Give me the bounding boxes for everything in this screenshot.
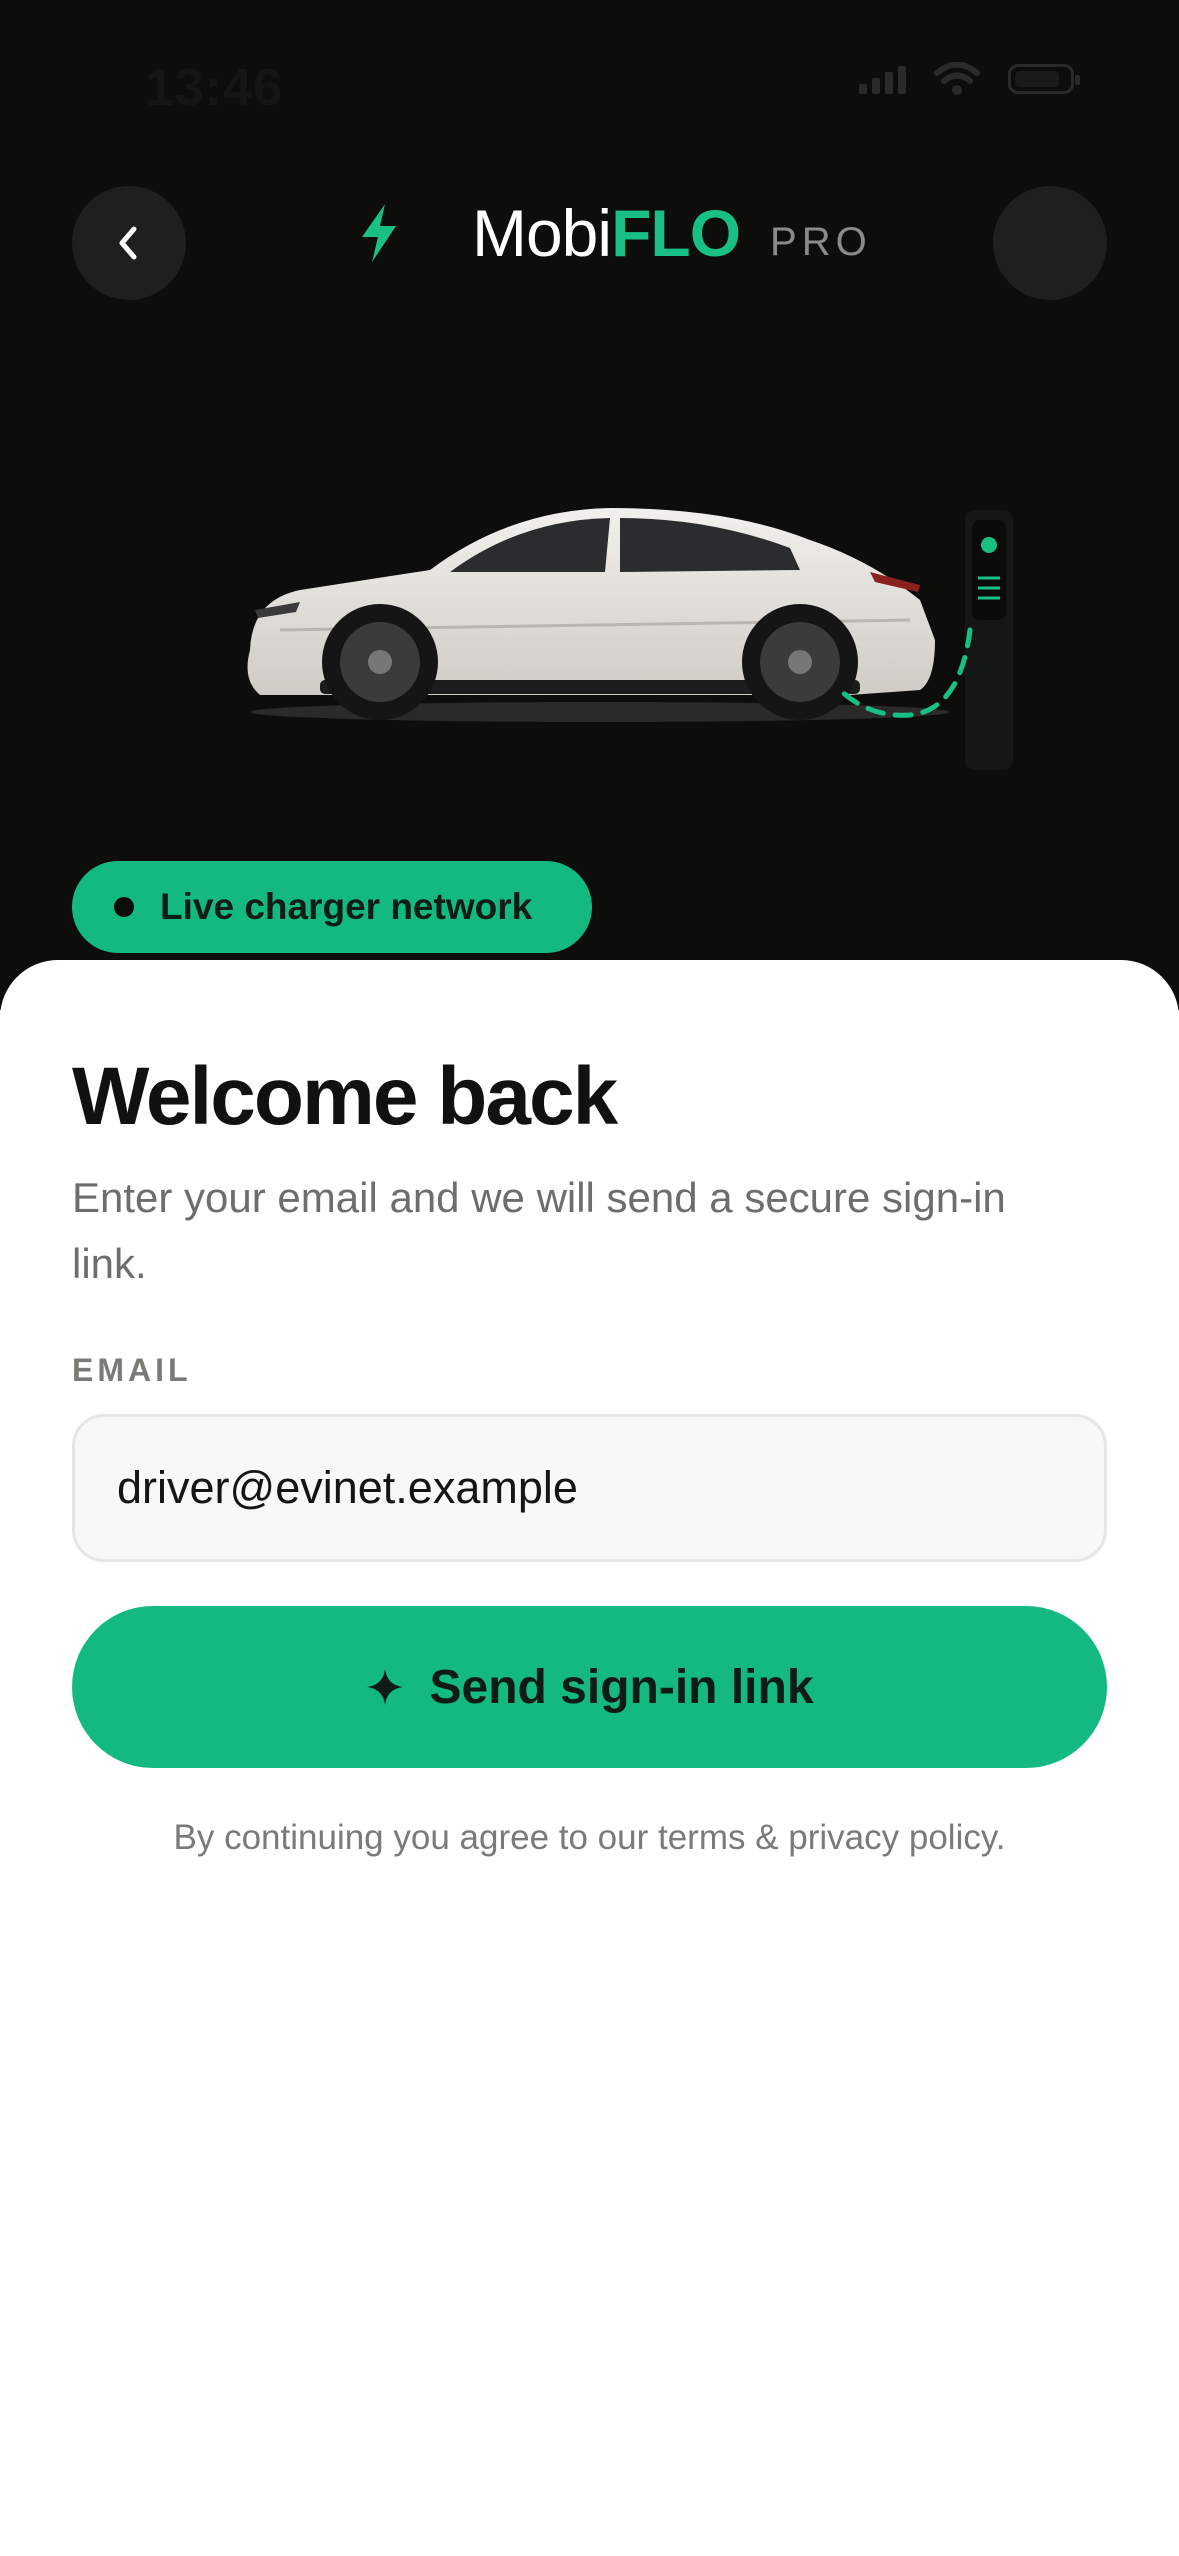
live-network-badge: Live charger network bbox=[72, 861, 592, 953]
live-status-dot-icon bbox=[114, 897, 134, 917]
email-field[interactable] bbox=[72, 1414, 1107, 1562]
chevron-left-icon bbox=[119, 226, 137, 260]
wifi-icon bbox=[934, 62, 980, 95]
profile-button[interactable] bbox=[993, 186, 1107, 300]
live-network-label: Live charger network bbox=[160, 886, 533, 927]
send-sign-in-link-button[interactable]: Send sign-in link bbox=[72, 1606, 1107, 1768]
brand-logo: MobiFLO PRO bbox=[358, 200, 872, 266]
car-charging-illustration bbox=[247, 508, 1013, 770]
legal-notice: By continuing you agree to our terms & p… bbox=[173, 1818, 1006, 1857]
brand-tier-label: PRO bbox=[770, 219, 872, 264]
lightning-bolt-icon bbox=[362, 204, 396, 262]
status-icons bbox=[859, 62, 1080, 96]
status-time: 13:46 bbox=[145, 59, 283, 117]
cellular-signal-icon bbox=[859, 64, 906, 94]
sparkle-icon bbox=[367, 1669, 404, 1705]
page-subtitle: Enter your email and we will send a secu… bbox=[72, 1174, 1006, 1287]
email-field-label: EMAIL bbox=[72, 1352, 192, 1388]
page-title: Welcome back bbox=[72, 1051, 618, 1142]
hero-section: 13:46 MobiFLO PRO Live charger network bbox=[0, 0, 1179, 1010]
brand-name: MobiFLO bbox=[472, 196, 741, 270]
battery-icon bbox=[1008, 64, 1080, 94]
send-button-label: Send sign-in link bbox=[429, 1660, 814, 1714]
back-button[interactable] bbox=[72, 186, 186, 300]
